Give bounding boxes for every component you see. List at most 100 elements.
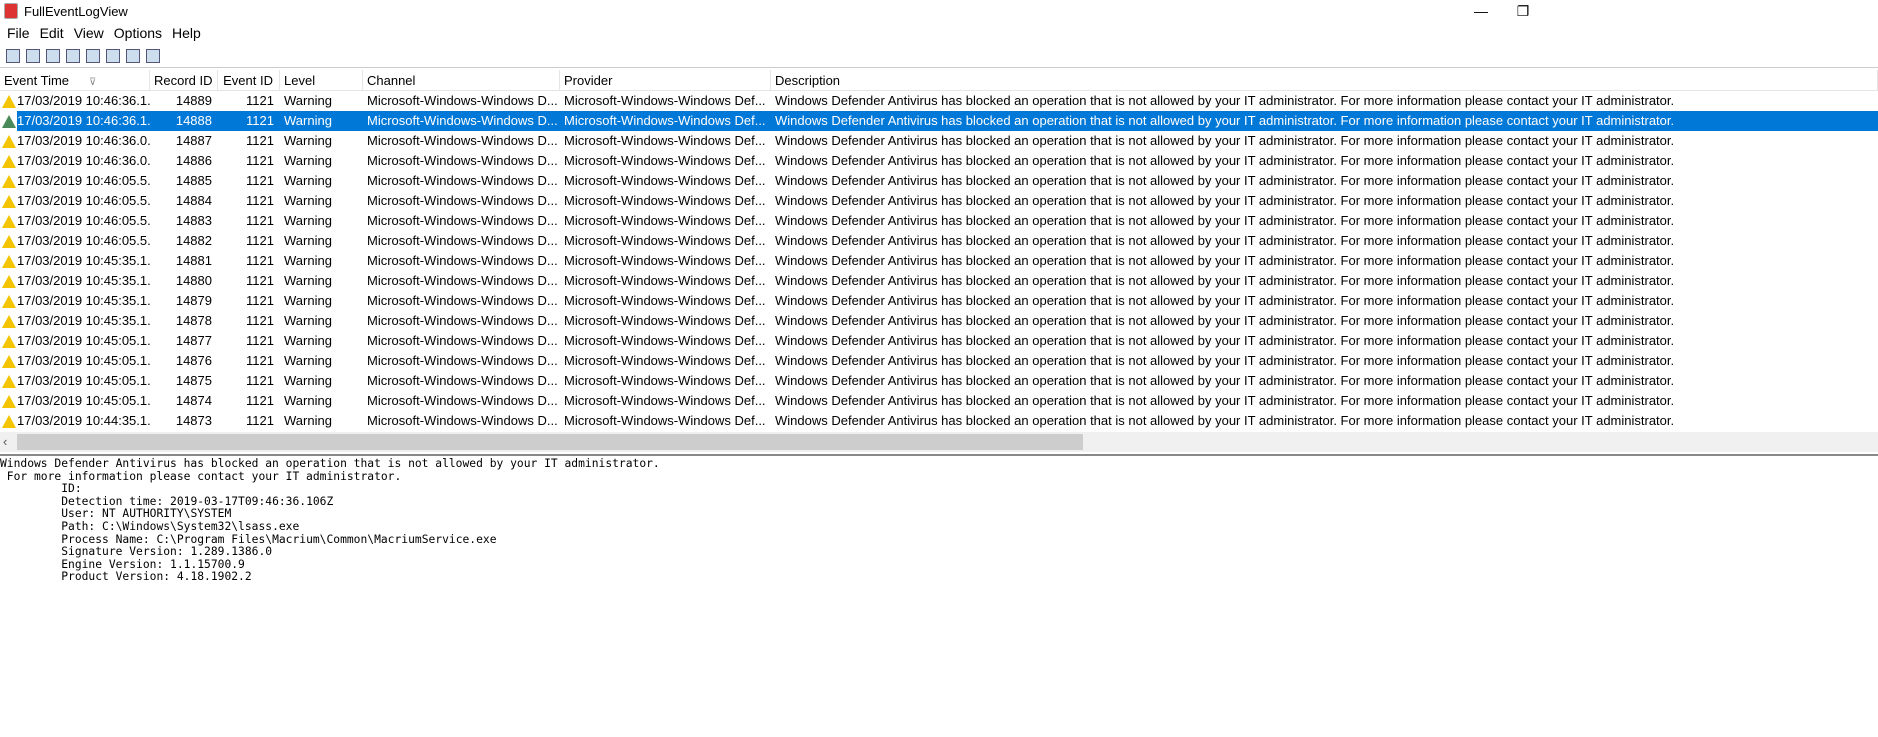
record-id-cell: 14878 [175,313,212,328]
save-icon[interactable] [46,48,60,63]
event-detail-pane: Windows Defender Antivirus has blocked a… [0,454,1878,737]
provider-cell: Microsoft-Windows-Windows Def... [564,193,766,208]
copy-icon[interactable] [86,48,100,63]
event-id-cell: 1121 [246,233,274,248]
channel-cell: Microsoft-Windows-Windows D... [367,133,558,148]
event-time-cell: 17/03/2019 10:45:05.1... [0,331,150,351]
event-time: 17/03/2019 10:46:36.1... [17,111,158,131]
channel-cell: Microsoft-Windows-Windows D... [367,193,558,208]
channel-cell: Microsoft-Windows-Windows D... [367,233,558,248]
menu-options[interactable]: Options [109,25,167,41]
event-time: 17/03/2019 10:45:05.1... [17,333,150,348]
record-id-cell: 14880 [175,273,212,288]
column-event-time[interactable]: Event Time ⊽ [0,70,150,90]
provider-cell: Microsoft-Windows-Windows Def... [564,93,766,108]
record-id-cell: 14876 [175,353,212,368]
column-record-id[interactable]: Record ID [150,70,218,90]
column-label: Level [284,73,316,88]
menu-file[interactable]: File [2,25,35,41]
restore-button[interactable]: ❐ [1500,0,1546,22]
column-description[interactable]: Description [771,70,1878,90]
record-id-cell: 14873 [175,413,212,428]
warning-icon [2,214,16,228]
properties-icon[interactable] [6,48,20,63]
table-row[interactable]: 17/03/2019 10:46:05.5... 14885 1121 Warning… [0,171,1878,191]
table-row[interactable]: 17/03/2019 10:45:05.1... 14876 1121 Warning… [0,351,1878,371]
table-row[interactable]: 17/03/2019 10:46:36.0... 14886 1121 Warning… [0,151,1878,171]
table-row[interactable]: 17/03/2019 10:45:35.1... 14881 1121 Warning… [0,251,1878,271]
warning-icon [2,294,16,308]
record-id-cell: 14885 [175,173,212,188]
event-time-cell: 17/03/2019 10:45:35.1... [0,251,150,271]
description-cell: Windows Defender Antivirus has blocked a… [775,193,1675,208]
table-row[interactable]: 17/03/2019 10:46:05.5... 14883 1121 Warning… [0,211,1878,231]
column-channel[interactable]: Channel [363,70,560,90]
provider-cell: Microsoft-Windows-Windows Def... [564,273,766,288]
exit-icon[interactable] [146,48,160,63]
event-time-cell: 17/03/2019 10:46:05.5... [0,171,150,191]
record-id-cell: 14889 [175,93,212,108]
column-label: Event Time [4,73,70,88]
event-time: 17/03/2019 10:45:05.1... [17,373,150,388]
table-row[interactable]: 17/03/2019 10:46:36.0... 14887 1121 Warning… [0,131,1878,151]
column-label: Event ID [223,73,273,88]
table-row[interactable]: 17/03/2019 10:46:36.1... 14889 1121 Warning… [0,91,1878,111]
event-sources-icon[interactable] [26,48,40,63]
table-row[interactable]: 17/03/2019 10:46:05.5... 14884 1121 Warning… [0,191,1878,211]
event-time: 17/03/2019 10:45:05.1... [17,393,150,408]
table-row[interactable]: 17/03/2019 10:44:35.1... 14873 1121 Warning… [0,411,1878,431]
warning-icon [2,134,16,148]
table-row[interactable]: 17/03/2019 10:45:05.1... 14874 1121 Warning… [0,391,1878,411]
record-id-cell: 14877 [175,333,212,348]
warning-icon [2,354,16,368]
scroll-left-button[interactable]: ‹ [3,432,7,452]
level-cell: Warning [284,373,332,388]
event-time-cell: 17/03/2019 10:45:35.1... [0,311,150,331]
warning-icon [2,114,16,128]
description-cell: Windows Defender Antivirus has blocked a… [775,353,1675,368]
description-cell: Windows Defender Antivirus has blocked a… [775,273,1675,288]
refresh-icon[interactable] [66,48,80,63]
description-cell: Windows Defender Antivirus has blocked a… [775,333,1675,348]
warning-icon [2,234,16,248]
menu-edit[interactable]: Edit [35,25,69,41]
provider-cell: Microsoft-Windows-Windows Def... [564,353,766,368]
event-time: 17/03/2019 10:45:35.1... [17,313,150,328]
app-icon [4,3,18,19]
provider-cell: Microsoft-Windows-Windows Def... [564,413,766,428]
table-row[interactable]: 17/03/2019 10:45:35.1... 14880 1121 Warning… [0,271,1878,291]
provider-cell: Microsoft-Windows-Windows Def... [564,233,766,248]
scrollbar-thumb[interactable] [17,434,1083,450]
event-id-cell: 1121 [246,353,274,368]
menu-view[interactable]: View [69,25,109,41]
minimize-button[interactable]: — [1458,0,1504,22]
description-cell: Windows Defender Antivirus has blocked a… [775,93,1675,108]
provider-cell: Microsoft-Windows-Windows Def... [564,133,766,148]
event-id-cell: 1121 [246,173,274,188]
table-row[interactable]: 17/03/2019 10:46:05.5... 14882 1121 Warning… [0,231,1878,251]
table-row[interactable]: 17/03/2019 10:45:05.1... 14877 1121 Warning… [0,331,1878,351]
table-row[interactable]: 17/03/2019 10:45:05.1... 14875 1121 Warning… [0,371,1878,391]
event-time-cell: 17/03/2019 10:46:36.1... [0,91,150,111]
table-row[interactable]: 17/03/2019 10:45:35.1... 14879 1121 Warning… [0,291,1878,311]
record-id-cell: 14881 [175,253,212,268]
menu-help[interactable]: Help [167,25,206,41]
column-event-id[interactable]: Event ID [218,70,280,90]
level-cell: Warning [284,413,332,428]
provider-cell: Microsoft-Windows-Windows Def... [564,373,766,388]
table-row[interactable]: 17/03/2019 10:46:36.1... 14888 1121 Warning… [0,111,1878,131]
level-cell: Warning [280,111,363,131]
options-icon[interactable] [106,48,120,63]
event-id-cell: 1121 [246,333,274,348]
column-provider[interactable]: Provider [560,70,771,90]
find-icon[interactable] [126,48,140,63]
horizontal-scrollbar[interactable]: ‹ [0,432,1878,452]
description-cell: Windows Defender Antivirus has blocked a… [775,233,1675,248]
table-row[interactable]: 17/03/2019 10:45:35.1... 14878 1121 Warning… [0,311,1878,331]
record-id-cell: 14883 [175,213,212,228]
column-level[interactable]: Level [280,70,363,90]
description-cell: Windows Defender Antivirus has blocked a… [775,133,1675,148]
provider-cell: Microsoft-Windows-Windows Def... [564,313,766,328]
provider-cell: Microsoft-Windows-Windows Def... [564,253,766,268]
level-cell: Warning [284,153,332,168]
